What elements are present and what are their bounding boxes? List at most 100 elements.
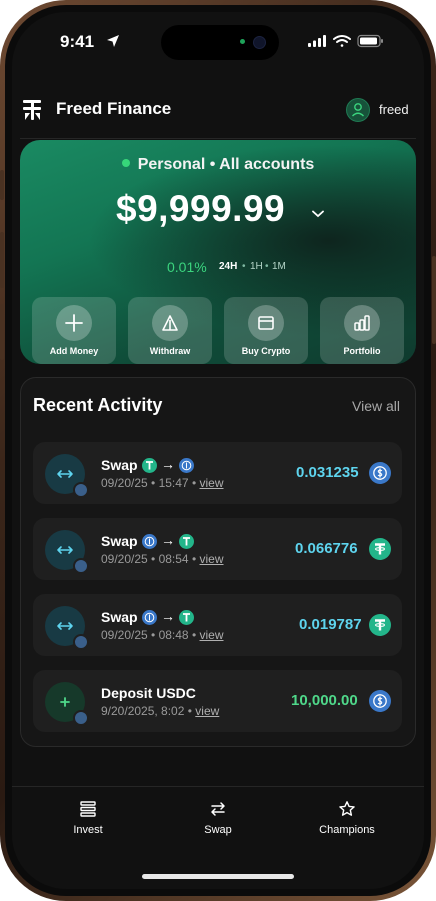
- add-money-label: Add Money: [49, 346, 99, 356]
- buy-crypto-label: Buy Crypto: [241, 346, 291, 356]
- recent-activity-title: Recent Activity: [33, 395, 163, 415]
- activity-amount: 0.066776: [295, 540, 358, 557]
- header-divider: [20, 138, 416, 139]
- nav-champions[interactable]: Champions: [292, 800, 402, 836]
- activity-item[interactable]: Swap → 09/20/25 • 15:47 • view 0.031235: [33, 442, 402, 504]
- account-status-dot: [121, 159, 130, 167]
- activity-title: Swap: [101, 609, 138, 625]
- swap-icon-container: [45, 454, 89, 498]
- withdraw-button[interactable]: Withdraw: [128, 297, 212, 364]
- activity-item[interactable]: Swap → 09/20/25 • 08:48 • view 0.019787: [33, 594, 402, 656]
- usdc-icon: [369, 462, 391, 484]
- user-icon: [352, 103, 364, 117]
- cellular-signal-icon: [308, 35, 326, 47]
- deposit-icon-container: [45, 682, 89, 726]
- timeframe-separator: •: [265, 261, 269, 272]
- username[interactable]: freed: [379, 102, 409, 117]
- activity-meta: 09/20/25 • 08:54 • view: [101, 552, 224, 566]
- chain-badge-icon: [73, 558, 89, 574]
- portfolio-label: Portfolio: [343, 346, 381, 356]
- activity-title: Swap: [101, 533, 138, 549]
- total-balance: $9,999.99: [116, 188, 286, 229]
- usdc-icon: [369, 690, 391, 712]
- chain-badge-icon: [73, 634, 89, 650]
- arrow-right-icon: →: [161, 532, 175, 548]
- balance-change-percent: 0.01%: [167, 259, 207, 275]
- buy-crypto-button[interactable]: Buy Crypto: [224, 297, 308, 364]
- volume-down-button: [0, 304, 4, 360]
- withdraw-triangle-icon: [162, 315, 178, 331]
- recent-activity-panel: Recent Activity View all Swap → 09/20/25…: [20, 377, 416, 747]
- arrow-right-icon: →: [161, 456, 175, 472]
- bar-chart-icon: [354, 315, 370, 331]
- chain-badge-icon: [73, 482, 89, 498]
- usdt-icon: [369, 614, 391, 636]
- usdt-icon: [179, 610, 194, 625]
- front-camera: [253, 36, 266, 49]
- usdt-icon: [369, 538, 391, 560]
- usdc-icon: [179, 458, 194, 473]
- freed-logo-icon[interactable]: [22, 98, 44, 122]
- usdc-icon: [142, 534, 157, 549]
- activity-amount: 10,000.00: [291, 692, 358, 709]
- activity-title: Swap: [101, 457, 138, 473]
- balance-card: Personal • All accounts $9,999.99 0.01% …: [20, 140, 416, 364]
- view-transaction-link[interactable]: view: [200, 552, 224, 566]
- swap-icon-container: [45, 530, 89, 574]
- swap-arrows-icon: [57, 622, 73, 630]
- nav-swap[interactable]: Swap: [163, 800, 273, 836]
- activity-title: Deposit USDC: [101, 685, 196, 701]
- nav-invest-label: Invest: [73, 824, 103, 836]
- view-transaction-link[interactable]: view: [200, 476, 224, 490]
- battery-icon: [357, 34, 383, 48]
- usdt-icon: [179, 534, 194, 549]
- app-screen: 9:41 Freed Finance freed Personal • All …: [12, 12, 424, 889]
- timeframe-1h[interactable]: 1H: [250, 261, 263, 272]
- activity-meta: 09/20/25 • 15:47 • view: [101, 476, 224, 490]
- usdc-icon: [142, 610, 157, 625]
- card-icon: [258, 316, 274, 330]
- view-transaction-link[interactable]: view: [195, 704, 219, 718]
- avatar[interactable]: [346, 98, 370, 122]
- nav-swap-label: Swap: [204, 824, 232, 836]
- view-all-link[interactable]: View all: [352, 398, 400, 414]
- timeframe-separator: •: [242, 261, 246, 272]
- action-button: [0, 170, 4, 200]
- withdraw-label: Withdraw: [149, 346, 191, 356]
- timeframe-24h[interactable]: 24H: [219, 261, 237, 272]
- nav-invest[interactable]: Invest: [33, 800, 143, 836]
- activity-item[interactable]: Swap → 09/20/25 • 08:54 • view 0.066776: [33, 518, 402, 580]
- home-indicator[interactable]: [142, 874, 294, 879]
- status-icons: [308, 34, 383, 48]
- star-icon: [339, 801, 355, 816]
- phone-frame: 9:41 Freed Finance freed Personal • All …: [0, 0, 436, 901]
- location-arrow-icon: [107, 35, 119, 47]
- plus-icon: [65, 314, 83, 332]
- activity-amount: 0.019787: [299, 616, 362, 633]
- portfolio-button[interactable]: Portfolio: [320, 297, 404, 364]
- bottom-nav-divider: [12, 786, 424, 787]
- power-button: [432, 256, 436, 344]
- arrow-right-icon: →: [161, 608, 175, 624]
- activity-item[interactable]: Deposit USDC 9/20/2025, 8:02 • view 10,0…: [33, 670, 402, 732]
- account-selector[interactable]: Personal • All accounts: [20, 156, 416, 174]
- account-label: Personal • All accounts: [137, 156, 315, 173]
- activity-meta: 09/20/25 • 08:48 • view: [101, 628, 224, 642]
- add-money-button[interactable]: Add Money: [32, 297, 116, 364]
- swap-icon-container: [45, 606, 89, 650]
- status-bar: 9:41: [12, 12, 424, 70]
- plus-icon: [60, 697, 70, 707]
- chain-badge-icon: [73, 710, 89, 726]
- swap-arrows-icon: [57, 470, 73, 478]
- app-header: Freed Finance freed: [12, 82, 424, 138]
- volume-up-button: [0, 232, 4, 288]
- view-transaction-link[interactable]: view: [200, 628, 224, 642]
- usdt-icon: [142, 458, 157, 473]
- activity-meta: 9/20/2025, 8:02 • view: [101, 704, 220, 718]
- chevron-down-icon[interactable]: [312, 210, 324, 218]
- wifi-icon: [333, 35, 351, 47]
- app-title: Freed Finance: [56, 99, 172, 118]
- timeframe-1m[interactable]: 1M: [272, 261, 286, 272]
- swap-arrows-icon: [211, 802, 225, 816]
- status-time: 9:41: [60, 32, 95, 51]
